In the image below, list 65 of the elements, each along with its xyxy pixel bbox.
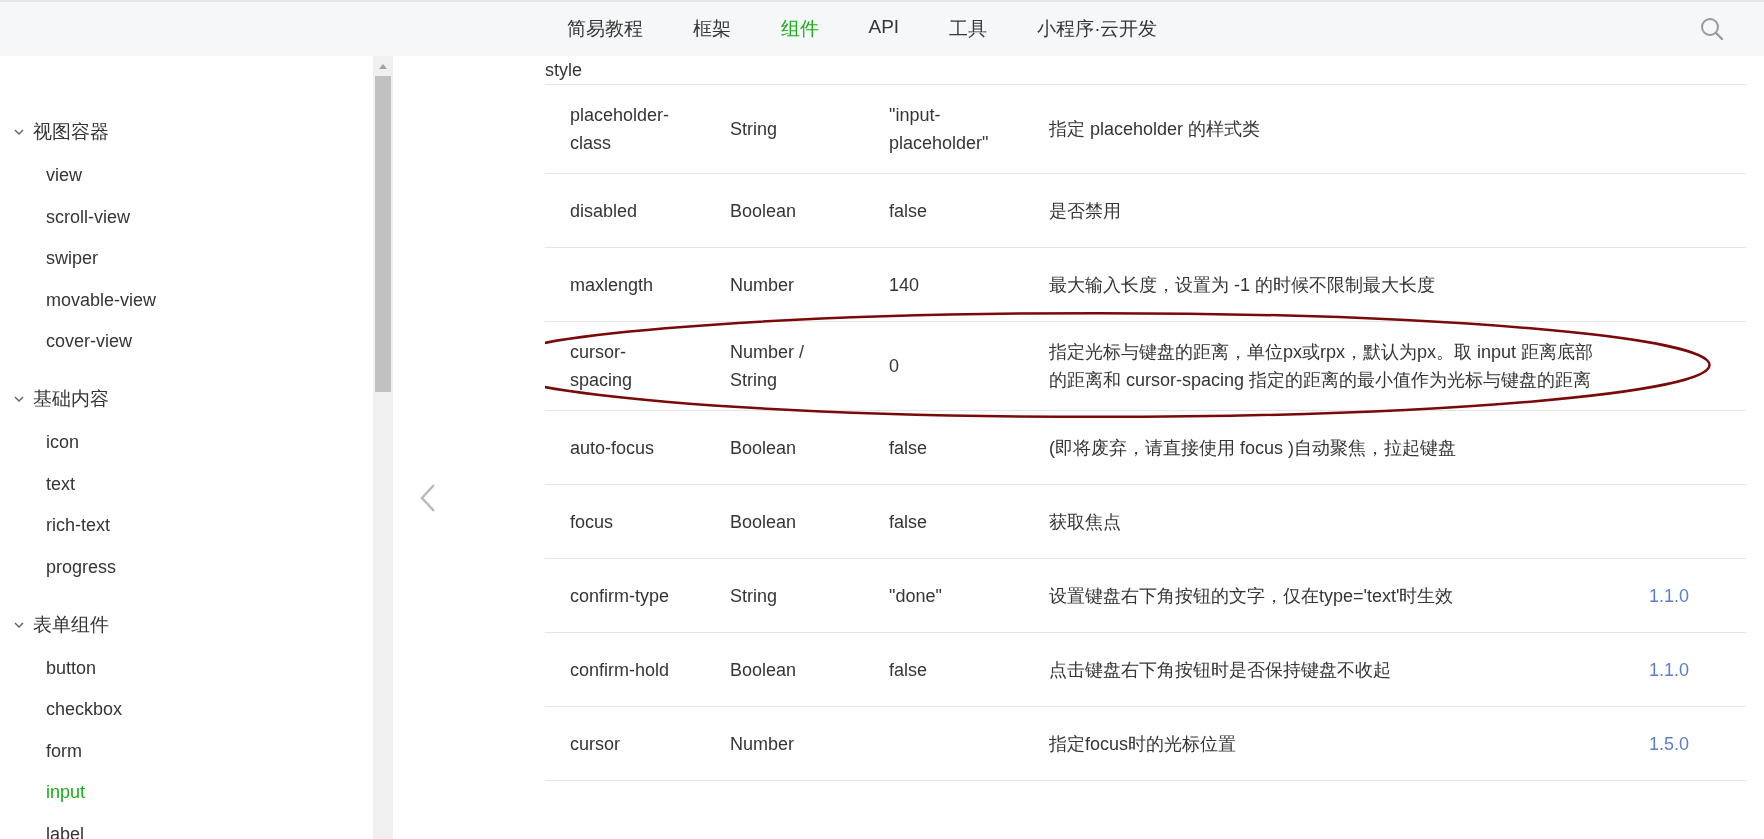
sidebar-item[interactable]: form <box>0 738 373 763</box>
chevron-icon[interactable] <box>13 393 25 405</box>
table-cell-text: Boolean <box>730 658 798 682</box>
version-link[interactable]: 1.5.0 <box>1649 713 1746 774</box>
sidebar-item[interactable]: scroll-view <box>0 204 373 229</box>
table-cell-text: 0 <box>889 355 900 378</box>
sidebar-item[interactable]: cover-view <box>0 329 373 353</box>
table-cell-text: 指定光标与键盘的距离，单位px或rpx，默认为px。取 input 距离底部的距离和 cursor-spacing 指定的距离的最小值作为光标与键盘的距离 <box>1049 341 1595 392</box>
sidebar-group[interactable]: 视图容器 <box>0 117 373 147</box>
table-cell-text: 获取焦点 <box>1049 510 1122 534</box>
table-cell-text: "done" <box>889 584 943 608</box>
scroll-up-icon[interactable] <box>378 62 388 70</box>
table-cell-text: Boolean <box>730 510 798 534</box>
sidebar-group[interactable]: 基础内容 <box>0 384 373 414</box>
table-cell-text: 点击键盘右下角按钮时是否保持键盘不收起 <box>1049 658 1392 682</box>
sidebar-item[interactable]: label <box>0 821 373 839</box>
sidebar-item[interactable]: swiper <box>0 246 373 270</box>
table-cell-text: Boolean <box>730 199 798 223</box>
sidebar-item[interactable]: icon <box>0 430 373 454</box>
table-cell-text: Number / String <box>730 341 806 392</box>
version-link[interactable]: 1.1.0 <box>1649 639 1746 700</box>
table-cell-text: disabled <box>569 199 639 223</box>
table-cell-text: maxlength <box>569 273 655 297</box>
table-cell-text: 指定focus时的光标位置 <box>1049 732 1238 756</box>
table-cell-text: cursor-spacing <box>569 341 634 392</box>
table-cell-text: 指定 placeholder 的样式类 <box>1049 118 1262 141</box>
nav-link[interactable]: 框架 <box>667 16 756 42</box>
table-cell-text: confirm-type <box>569 584 671 608</box>
table-cell-text: "input-placeholder" <box>889 104 990 155</box>
table-cell-text: false <box>889 436 929 460</box>
sidebar-item[interactable]: checkbox <box>0 697 373 721</box>
table-cell-text: Boolean <box>730 436 798 460</box>
sidebar-item[interactable]: view <box>0 163 373 187</box>
nav-link[interactable]: 工具 <box>924 16 1013 42</box>
sidebar-item[interactable]: progress <box>0 554 373 579</box>
table-cell-text: auto-focus <box>569 436 656 460</box>
table-cell-text: placeholder-class <box>569 104 671 155</box>
nav-link[interactable]: 小程序·云开发 <box>1012 16 1183 42</box>
sidebar-item[interactable]: movable-view <box>0 287 373 312</box>
sidebar-group[interactable]: 表单组件 <box>0 609 373 640</box>
sidebar-item[interactable]: rich-text <box>0 513 373 537</box>
table-cell-text: style <box>545 59 583 82</box>
table-cell-text: Number <box>730 273 796 297</box>
table-cell-text: String <box>730 118 779 141</box>
nav-link[interactable]: 简易教程 <box>541 16 668 42</box>
table-cell-text: false <box>889 510 929 534</box>
scrollbar[interactable] <box>373 56 393 839</box>
sidebar-item[interactable]: text <box>0 471 373 496</box>
search-icon[interactable] <box>1700 17 1724 41</box>
table-cell-text: false <box>889 199 929 223</box>
table-cell-text: focus <box>569 510 615 534</box>
sidebar-item[interactable]: button <box>0 655 373 680</box>
table-cell-text: confirm-hold <box>569 658 671 682</box>
chevron-icon[interactable] <box>13 126 25 138</box>
table-cell-text: 是否禁用 <box>1049 199 1122 223</box>
table-cell-text: (即将废弃，请直接使用 focus )自动聚焦，拉起键盘 <box>1049 436 1457 460</box>
table-cell-text: 最大输入长度，设置为 -1 的时候不限制最大长度 <box>1049 273 1436 297</box>
version-link[interactable]: 1.1.0 <box>1649 565 1746 626</box>
table-cell-text: cursor <box>569 732 621 756</box>
table-cell-text: String <box>730 584 779 608</box>
table-cell-text: false <box>889 658 929 682</box>
nav-link[interactable]: API <box>843 16 925 42</box>
table-cell-text: 140 <box>889 273 921 297</box>
table-cell-text: 设置键盘右下角按钮的文字，仅在type='text'时生效 <box>1049 584 1455 608</box>
table-cell-text: Number <box>730 732 796 756</box>
